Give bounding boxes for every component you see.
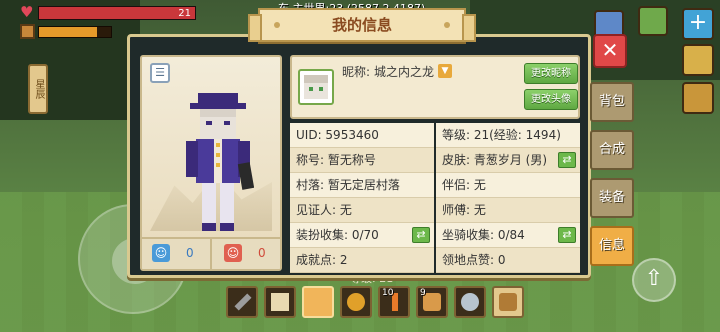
tab-backpack[interactable]: 背包 bbox=[590, 82, 634, 122]
red-like-counter: ☺ 0 bbox=[214, 239, 280, 269]
hotbar-slot[interactable] bbox=[226, 286, 258, 318]
nickname-value: 城之内之龙 bbox=[374, 65, 435, 79]
hunger-icon bbox=[20, 24, 35, 39]
tab-equipment[interactable]: 装备 bbox=[590, 178, 634, 218]
blue-like-count: 0 bbox=[186, 246, 194, 260]
achievement-row: 成就点: 2 bbox=[290, 248, 434, 273]
hotbar-slot-selected[interactable] bbox=[302, 286, 334, 318]
slot-count: 9 bbox=[420, 288, 426, 298]
master-row: 师傅: 无 bbox=[436, 198, 580, 223]
swap-mount-icon[interactable]: ⇄ bbox=[558, 227, 576, 243]
swap-outfit-icon[interactable]: ⇄ bbox=[412, 227, 430, 243]
dialog-title: 我的信息 bbox=[331, 16, 392, 34]
hotbar-slot[interactable]: 10 bbox=[378, 286, 410, 318]
amulet-icon bbox=[347, 293, 365, 311]
health-value: 21 bbox=[178, 8, 191, 19]
nickname-label: 昵称: bbox=[342, 65, 371, 79]
popularity-row: ☺ 0 ☺ 0 bbox=[142, 237, 280, 269]
swap-skin-icon[interactable]: ⇄ bbox=[558, 152, 576, 168]
hunger-bar bbox=[38, 26, 112, 38]
slot-count: 10 bbox=[382, 288, 394, 298]
name-card: 昵称: 城之内之龙 ▼ 更改昵称 更改头像 bbox=[290, 55, 580, 119]
partner-row: 伴侣: 无 bbox=[436, 173, 580, 198]
avatar-preview: ☰ ☺ 0 ☺ 0 bbox=[140, 55, 282, 271]
change-nickname-button[interactable]: 更改昵称 bbox=[524, 63, 578, 84]
hotbar-slot[interactable] bbox=[454, 286, 486, 318]
nickname: 昵称: 城之内之龙 bbox=[342, 63, 434, 80]
chevron-down-icon[interactable]: ▼ bbox=[438, 64, 452, 78]
jump-button[interactable]: ⇧ bbox=[632, 258, 676, 302]
witness-row: 见证人: 无 bbox=[290, 198, 434, 223]
wardrobe-icon[interactable]: ☰ bbox=[150, 63, 170, 83]
hotbar-slot[interactable]: 9 bbox=[416, 286, 448, 318]
sword-icon bbox=[234, 293, 252, 311]
avatar-head-icon bbox=[298, 69, 334, 105]
backpack-slot[interactable] bbox=[492, 286, 524, 318]
red-face-icon: ☺ bbox=[224, 244, 242, 262]
backpack-icon bbox=[499, 293, 517, 311]
tab-info[interactable]: 信息 bbox=[590, 226, 634, 266]
mount-collection-row: 坐骑收集: 0/84 ⇄ bbox=[436, 223, 580, 248]
red-like-count: 0 bbox=[258, 246, 266, 260]
skin-text: 皮肤: 青葱岁月 (男) bbox=[442, 153, 548, 167]
uid-row: UID: 5953460 bbox=[290, 123, 434, 148]
level-row: 等级: 21(经验: 1494) bbox=[436, 123, 580, 148]
territory-likes-row: 领地点赞: 0 bbox=[436, 248, 580, 273]
bomb-icon bbox=[461, 293, 479, 311]
change-avatar-button[interactable]: 更改头像 bbox=[524, 89, 578, 110]
close-button[interactable]: ✕ bbox=[593, 34, 627, 68]
blue-face-icon: ☺ bbox=[152, 244, 170, 262]
outfit-collection-text: 装扮收集: 0/70 bbox=[296, 228, 379, 242]
village-row: 村落: 暂无定居村落 bbox=[290, 173, 434, 198]
skin-row: 皮肤: 青葱岁月 (男) ⇄ bbox=[436, 148, 580, 173]
health-bar: 21 bbox=[38, 6, 196, 20]
avatar-stage: ☰ bbox=[142, 57, 280, 241]
player-character-model bbox=[186, 93, 254, 231]
trophy-icon[interactable] bbox=[682, 44, 714, 76]
hotbar-slot[interactable] bbox=[264, 286, 296, 318]
map-icon bbox=[271, 293, 289, 311]
stats-table: UID: 5953460 等级: 21(经验: 1494) 称号: 暂无称号 皮… bbox=[290, 123, 580, 273]
add-icon[interactable]: + bbox=[682, 8, 714, 40]
heart-icon: ♥ bbox=[20, 3, 34, 21]
blue-like-counter: ☺ 0 bbox=[142, 239, 212, 269]
left-side-tab[interactable]: 星辰 bbox=[28, 64, 48, 114]
title-row: 称号: 暂无称号 bbox=[290, 148, 434, 173]
crossed-swords-icon[interactable] bbox=[682, 82, 714, 114]
hotbar-slot[interactable] bbox=[340, 286, 372, 318]
mount-collection-text: 坐骑收集: 0/84 bbox=[442, 228, 525, 242]
tab-crafting[interactable]: 合成 bbox=[590, 130, 634, 170]
dialog-title-banner: 我的信息 bbox=[248, 8, 476, 42]
outfit-collection-row: 装扮收集: 0/70 ⇄ bbox=[290, 223, 434, 248]
shop-icon[interactable] bbox=[638, 6, 668, 36]
player-info-dialog: ☰ ☺ 0 ☺ 0 昵称: 城之内之龙 ▼ 更改昵称 更改头像 UID: 595… bbox=[127, 34, 591, 278]
